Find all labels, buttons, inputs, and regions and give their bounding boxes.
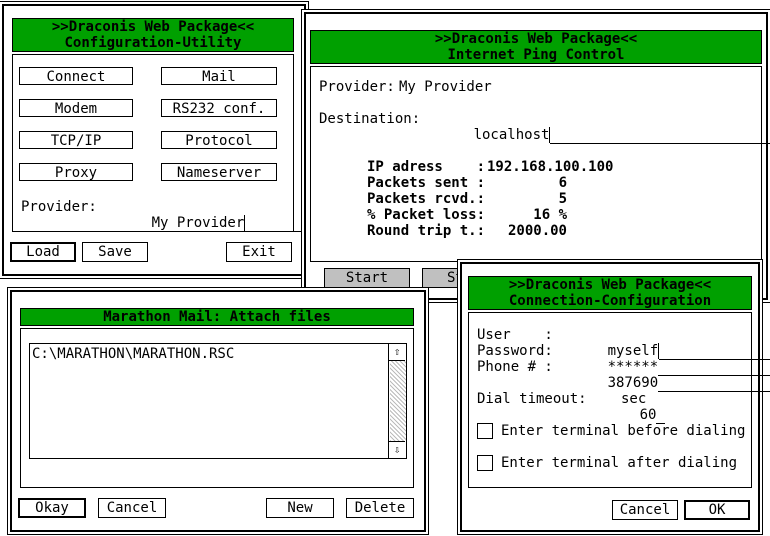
mail-panel: C:\MARATHON\MARATHON.RSC ⇧ ⇩ (20, 328, 414, 488)
packets-sent-value: 6 (558, 175, 567, 191)
user-label: User : (477, 327, 553, 343)
config-panel: Connect Mail Modem RS232 conf. TCP/IP Pr… (12, 54, 322, 232)
packet-loss-label: % Packet loss: (367, 207, 486, 223)
config-title-line1: >>Draconis Web Package<< (51, 19, 255, 35)
field-underline (656, 407, 665, 424)
protocol-button[interactable]: Protocol (161, 131, 277, 149)
load-button[interactable]: Load (10, 242, 76, 262)
conn-title-line1: >>Draconis Web Package<< (508, 277, 712, 293)
dial-timeout-label: Dial timeout: (477, 391, 587, 407)
tcpip-button[interactable]: TCP/IP (19, 131, 133, 149)
scroll-up-icon[interactable]: ⇧ (389, 344, 405, 361)
config-window: >>Draconis Web Package<< Configuration-U… (2, 4, 322, 276)
ping-panel: Provider: My Provider Destination: local… (310, 66, 770, 262)
connect-button[interactable]: Connect (19, 67, 133, 85)
packet-loss-value: 16 % (533, 207, 567, 223)
dial-timeout-unit: sec (621, 391, 647, 407)
scroll-down-icon[interactable]: ⇩ (389, 441, 405, 458)
destination-field[interactable]: localhost (423, 111, 770, 159)
modem-button[interactable]: Modem (19, 99, 133, 117)
delete-button[interactable]: Delete (346, 498, 414, 518)
rs232-button[interactable]: RS232 conf. (161, 99, 277, 117)
conn-window: >>Draconis Web Package<< Connection-Conf… (460, 262, 770, 532)
dial-timeout-value: 60 (639, 407, 657, 423)
enter-before-label[interactable]: Enter terminal before dialing (501, 423, 745, 439)
packets-rcvd-label: Packets rcvd.: (367, 191, 486, 207)
ping-provider-value: My Provider (399, 79, 492, 95)
mail-cancel-button[interactable]: Cancel (98, 498, 166, 518)
ping-window-title[interactable]: >>Draconis Web Package<< Internet Ping C… (310, 30, 762, 64)
enter-after-label[interactable]: Enter terminal after dialing (501, 455, 737, 471)
round-trip-label: Round trip t.: (367, 223, 486, 239)
config-provider-label: Provider: (21, 199, 97, 215)
save-button[interactable]: Save (82, 242, 148, 262)
ping-provider-label: Provider: (319, 79, 395, 95)
destination-value: localhost (473, 127, 550, 143)
enter-after-checkbox[interactable] (477, 455, 493, 471)
proxy-button[interactable]: Proxy (19, 163, 133, 181)
config-title-line2: Configuration-Utility (64, 35, 242, 51)
mail-window: Marathon Mail: Attach files C:\MARATHON\… (10, 290, 426, 532)
config-provider-value: My Provider (151, 215, 245, 231)
packets-rcvd-value: 5 (558, 191, 567, 207)
conn-window-title[interactable]: >>Draconis Web Package<< Connection-Conf… (468, 276, 752, 310)
field-underline (550, 127, 770, 144)
file-listbox[interactable]: C:\MARATHON\MARATHON.RSC ⇧ ⇩ (29, 343, 407, 459)
file-list-item[interactable]: C:\MARATHON\MARATHON.RSC (32, 346, 234, 362)
phone-value: 387690 (607, 375, 659, 391)
conn-panel: User : myself Password: ****** Phone # :… (468, 312, 770, 488)
ping-title-line1: >>Draconis Web Package<< (434, 31, 638, 47)
mail-window-title[interactable]: Marathon Mail: Attach files (20, 308, 414, 326)
destination-label: Destination: (319, 111, 421, 127)
nameserver-button[interactable]: Nameserver (161, 163, 277, 181)
start-button[interactable]: Start (324, 268, 410, 288)
exit-button[interactable]: Exit (226, 242, 292, 262)
scrollbar[interactable]: ⇧ ⇩ (388, 344, 407, 458)
new-button[interactable]: New (266, 498, 334, 518)
phone-label: Phone # : (477, 359, 553, 375)
mail-button[interactable]: Mail (161, 67, 277, 85)
config-window-title[interactable]: >>Draconis Web Package<< Configuration-U… (12, 18, 294, 52)
config-provider-field[interactable]: My Provider (101, 199, 322, 247)
ip-label: IP adress : (367, 159, 486, 175)
packets-sent-label: Packets sent : (367, 175, 486, 191)
ping-title-line2: Internet Ping Control (447, 47, 625, 63)
enter-before-checkbox[interactable] (477, 423, 493, 439)
field-underline (658, 375, 770, 392)
ip-value: 192.168.100.100 (487, 159, 614, 175)
ping-window: >>Draconis Web Package<< Internet Ping C… (304, 12, 770, 300)
scroll-track[interactable] (390, 361, 406, 441)
password-label: Password: (477, 343, 553, 359)
round-trip-value: 2000.00 (507, 223, 567, 239)
conn-title-line2: Connection-Configuration (508, 293, 712, 309)
conn-cancel-button[interactable]: Cancel (612, 500, 678, 520)
okay-button[interactable]: Okay (18, 498, 86, 518)
ok-button[interactable]: OK (684, 500, 750, 520)
